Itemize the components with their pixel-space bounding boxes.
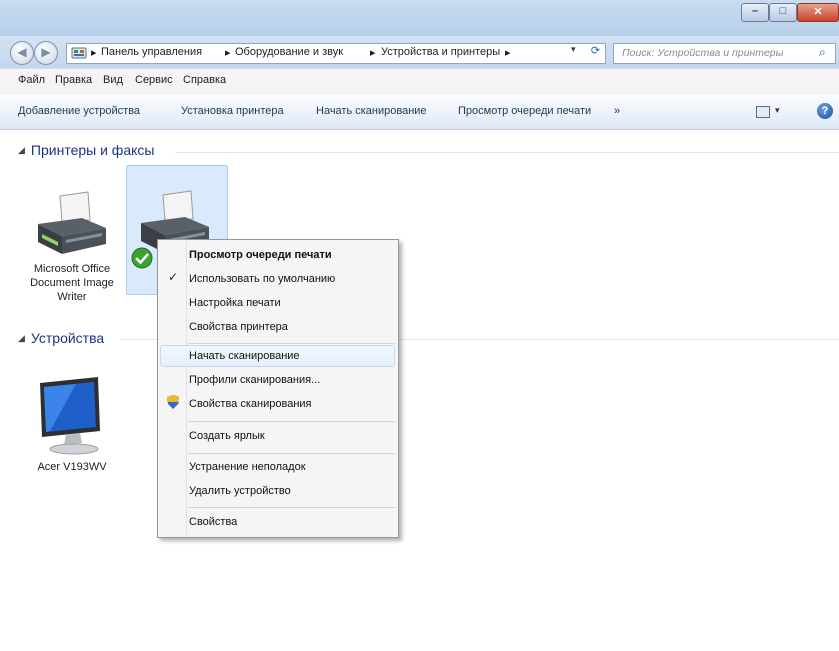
collapse-triangle-icon[interactable]: ◢ [18, 333, 25, 343]
menu-gutter [186, 242, 187, 535]
navigation-bar: ◀ ▶ ▸ Панель управления ▸ Оборудование и… [0, 36, 839, 68]
devices-content-pane: ◢ Принтеры и факсы Microsoft Office Docum… [0, 130, 839, 651]
group-divider [175, 152, 839, 153]
breadcrumb-devices-printers[interactable]: Устройства и принтеры [381, 46, 500, 58]
menu-item-scan-properties[interactable]: Свойства сканирования [189, 398, 312, 410]
search-placeholder: Поиск: Устройства и принтеры [622, 47, 784, 59]
menu-item-create-shortcut[interactable]: Создать ярлык [189, 430, 265, 442]
menu-help[interactable]: Справка [183, 74, 226, 86]
menu-item-print-preferences[interactable]: Настройка печати [189, 297, 281, 309]
menu-separator [188, 343, 395, 344]
breadcrumb-control-panel[interactable]: Панель управления [101, 46, 202, 58]
menu-item-see-print-queue[interactable]: Просмотр очереди печати [189, 249, 332, 261]
menu-tools[interactable]: Сервис [135, 74, 173, 86]
view-dropdown-icon[interactable]: ▾ [775, 105, 780, 116]
group-header-devices[interactable]: ◢ Устройства [18, 330, 104, 346]
add-device-button[interactable]: Добавление устройства [18, 105, 140, 117]
checkmark-icon: ✓ [168, 270, 179, 284]
more-commands-icon[interactable]: » [614, 105, 620, 117]
printer-icon [38, 191, 106, 254]
forward-arrow-icon: ▶ [41, 45, 51, 59]
add-printer-button[interactable]: Установка принтера [181, 105, 284, 117]
group-title-printers: Принтеры и факсы [30, 142, 155, 158]
device-tile-ms-office-writer[interactable]: Microsoft Office Document Image Writer [22, 190, 122, 320]
refresh-icon[interactable]: ⟳ [587, 44, 604, 60]
menu-item-scan-profiles[interactable]: Профили сканирования... [189, 374, 320, 386]
close-icon: ✕ [813, 6, 823, 18]
menu-item-properties[interactable]: Свойства [189, 516, 237, 528]
minimize-button[interactable]: – [741, 3, 769, 22]
shield-icon [167, 395, 179, 409]
forward-button[interactable]: ▶ [34, 41, 58, 65]
device-tile-acer-monitor[interactable]: Acer V193WV [22, 370, 122, 473]
group-header-printers[interactable]: ◢ Принтеры и факсы [18, 142, 154, 158]
start-scan-button[interactable]: Начать сканирование [316, 105, 427, 117]
menu-separator [188, 507, 395, 508]
monitor-icon [40, 377, 100, 455]
address-bar[interactable]: ▸ Панель управления ▸ Оборудование и зву… [66, 43, 606, 64]
command-bar: Добавление устройства Установка принтера… [0, 95, 839, 130]
search-input[interactable]: Поиск: Устройства и принтеры ⌕ [613, 43, 836, 64]
device-label: Acer V193WV [37, 461, 107, 473]
device-label: Microsoft Office Document Image Writer [22, 262, 122, 304]
breadcrumb-hardware-sound[interactable]: Оборудование и звук [235, 46, 343, 58]
breadcrumb-separator-icon[interactable]: ▸ [505, 46, 511, 59]
collapse-triangle-icon[interactable]: ◢ [18, 145, 25, 155]
breadcrumb-separator-icon[interactable]: ▸ [225, 46, 231, 59]
back-arrow-icon: ◀ [17, 45, 27, 59]
group-title-devices: Устройства [30, 330, 105, 346]
device-label-line: Document Image [30, 277, 114, 289]
menu-item-remove-device[interactable]: Удалить устройство [189, 485, 291, 497]
default-check-icon [131, 247, 153, 269]
menu-edit[interactable]: Правка [55, 74, 92, 86]
minimize-icon: – [751, 5, 759, 17]
menu-separator [188, 453, 395, 454]
back-button[interactable]: ◀ [10, 41, 34, 65]
breadcrumb-separator-icon[interactable]: ▸ [370, 46, 376, 59]
maximize-button[interactable]: □ [769, 3, 797, 22]
see-print-queue-button[interactable]: Просмотр очереди печати [458, 105, 591, 117]
menu-bar: Файл Правка Вид Сервис Справка [0, 68, 839, 96]
device-label-line: Writer [57, 291, 87, 303]
device-label-line: Microsoft Office [33, 263, 111, 275]
menu-item-start-scan[interactable]: Начать сканирование [189, 350, 300, 362]
maximize-icon: □ [779, 5, 787, 17]
context-menu: Просмотр очереди печати ✓ Использовать п… [157, 239, 399, 538]
menu-item-printer-properties[interactable]: Свойства принтера [189, 321, 288, 333]
menu-file[interactable]: Файл [18, 74, 45, 86]
menu-item-set-default[interactable]: Использовать по умолчанию [189, 273, 335, 285]
menu-separator [188, 421, 395, 422]
address-dropdown-icon[interactable]: ▾ [571, 44, 583, 60]
menu-view[interactable]: Вид [103, 74, 123, 86]
menu-item-troubleshoot[interactable]: Устранение неполадок [189, 461, 306, 473]
title-bar [0, 0, 839, 36]
control-panel-icon [71, 47, 87, 59]
search-icon[interactable]: ⌕ [819, 45, 833, 61]
help-icon[interactable]: ? [817, 103, 833, 119]
change-view-icon[interactable] [756, 106, 770, 118]
close-button[interactable]: ✕ [797, 3, 839, 22]
breadcrumb-separator-icon[interactable]: ▸ [91, 46, 97, 59]
